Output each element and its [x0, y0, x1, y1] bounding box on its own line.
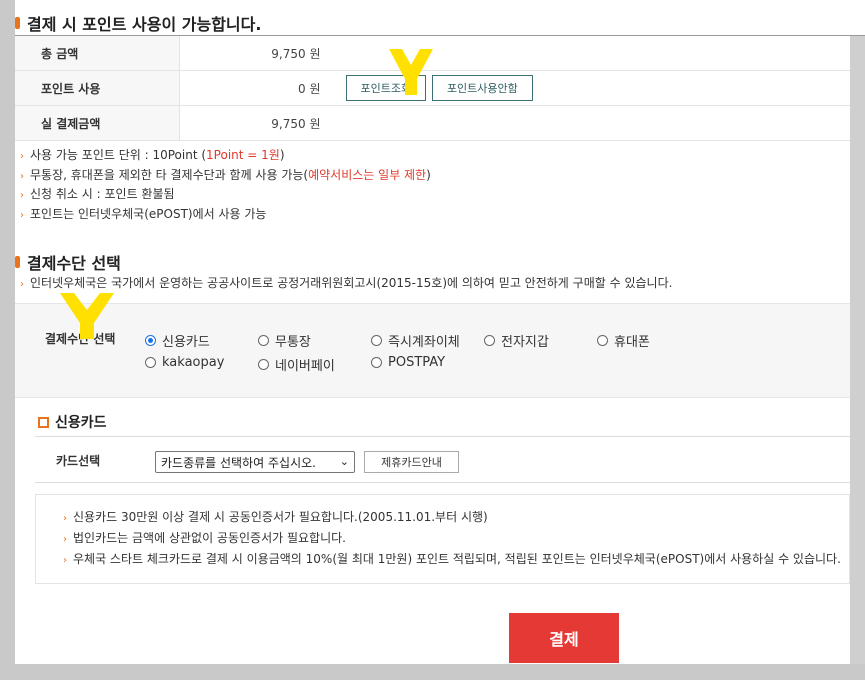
- scroll-gutter: [850, 36, 865, 664]
- radio-bank-deposit[interactable]: 무통장: [258, 331, 311, 350]
- highlight-marker-icon: [389, 49, 433, 95]
- radio-e-wallet[interactable]: 전자지갑: [484, 331, 549, 350]
- final-amount-label: 실 결제금액: [15, 105, 180, 141]
- radio-mobile-phone[interactable]: 휴대폰: [597, 331, 650, 350]
- radio-naverpay[interactable]: 네이버페이: [258, 355, 335, 374]
- point-no-use-button[interactable]: 포인트사용안함: [431, 75, 533, 101]
- arrow-icon: ›: [20, 190, 24, 201]
- radio-icon[interactable]: [258, 335, 269, 346]
- radio-icon[interactable]: [597, 335, 608, 346]
- radio-icon[interactable]: [258, 359, 269, 370]
- point-use-label: 포인트 사용: [15, 70, 180, 106]
- table-row: 실 결제금액 9,750 원: [15, 105, 850, 141]
- radio-postpay[interactable]: POSTPAY: [371, 355, 445, 370]
- arrow-icon: ›: [20, 279, 24, 290]
- radio-credit-card[interactable]: 신용카드: [145, 331, 210, 350]
- arrow-icon: ›: [63, 534, 67, 545]
- radio-checked-icon[interactable]: [145, 335, 156, 346]
- arrow-icon: ›: [20, 170, 24, 182]
- square-bullet-icon: [38, 416, 49, 428]
- list-item: › 신용카드 30만원 이상 결제 시 공동인증서가 필요합니다.(2005.11…: [63, 510, 488, 524]
- point-use-value: 0 원: [179, 70, 321, 106]
- arrow-icon: ›: [20, 151, 24, 162]
- radio-icon[interactable]: [484, 335, 495, 346]
- section-marker-icon: [15, 256, 20, 268]
- card-select-label: 카드선택: [56, 454, 101, 468]
- partner-card-button[interactable]: 제휴카드안내: [364, 451, 459, 473]
- credit-card-title: 신용카드: [38, 412, 107, 432]
- payment-notes: › 인터넷우체국은 국가에서 운영하는 공공사이트로 공정거래위원회고시(2015…: [20, 274, 672, 294]
- payment-method-box: 결제수단 선택 신용카드 무통장 즉시계좌이체 전자지갑 휴대폰 kakaopa…: [15, 303, 850, 398]
- highlight-marker-icon: [60, 293, 114, 339]
- credit-card-notes: › 신용카드 30만원 이상 결제 시 공동인증서가 필요합니다.(2005.11…: [35, 494, 850, 584]
- payment-section-title: 결제수단 선택: [15, 250, 121, 274]
- chevron-down-icon: ⌄: [339, 455, 349, 468]
- radio-icon[interactable]: [371, 357, 382, 368]
- card-type-select[interactable]: 카드종류를 선택하여 주십시오. ⌄: [155, 451, 355, 473]
- arrow-icon: ›: [63, 555, 67, 566]
- radio-kakaopay[interactable]: kakaopay: [145, 355, 224, 370]
- arrow-icon: ›: [20, 209, 24, 221]
- points-notes: › 사용 가능 포인트 단위 : 10Point (1Point = 1원) › 무…: [20, 146, 431, 224]
- arrow-icon: ›: [63, 513, 67, 524]
- points-section-title: 결제 시 포인트 사용이 가능합니다.: [15, 11, 261, 35]
- radio-icon[interactable]: [145, 357, 156, 368]
- list-item: › 신청 취소 시 : 포인트 환불됨: [20, 187, 175, 201]
- card-select-row: 카드선택 카드종류를 선택하여 주십시오. ⌄ 제휴카드안내: [35, 436, 850, 483]
- final-amount-value: 9,750 원: [179, 105, 321, 141]
- total-amount-value: 9,750 원: [179, 36, 321, 71]
- list-item: › 우체국 스타트 체크카드로 결제 시 이용금액의 10%(월 최대 1만원) …: [63, 552, 841, 566]
- list-item: › 법인카드는 금액에 상관없이 공동인증서가 필요합니다.: [63, 531, 346, 545]
- bottom-strip: [0, 664, 865, 680]
- list-item: › 무통장, 휴대폰을 제외한 타 결제수단과 함께 사용 가능(예약서비스는 일…: [20, 167, 431, 182]
- total-amount-label: 총 금액: [15, 36, 180, 71]
- list-item: › 포인트는 인터넷우체국(ePOST)에서 사용 가능: [20, 206, 267, 221]
- list-item: › 사용 가능 포인트 단위 : 10Point (1Point = 1원): [20, 148, 285, 162]
- list-item: › 인터넷우체국은 국가에서 운영하는 공공사이트로 공정거래위원회고시(2015…: [20, 276, 673, 290]
- radio-icon[interactable]: [371, 335, 382, 346]
- pay-button[interactable]: 결제: [509, 613, 619, 663]
- radio-instant-transfer[interactable]: 즉시계좌이체: [371, 331, 460, 350]
- section-marker-icon: [15, 17, 20, 29]
